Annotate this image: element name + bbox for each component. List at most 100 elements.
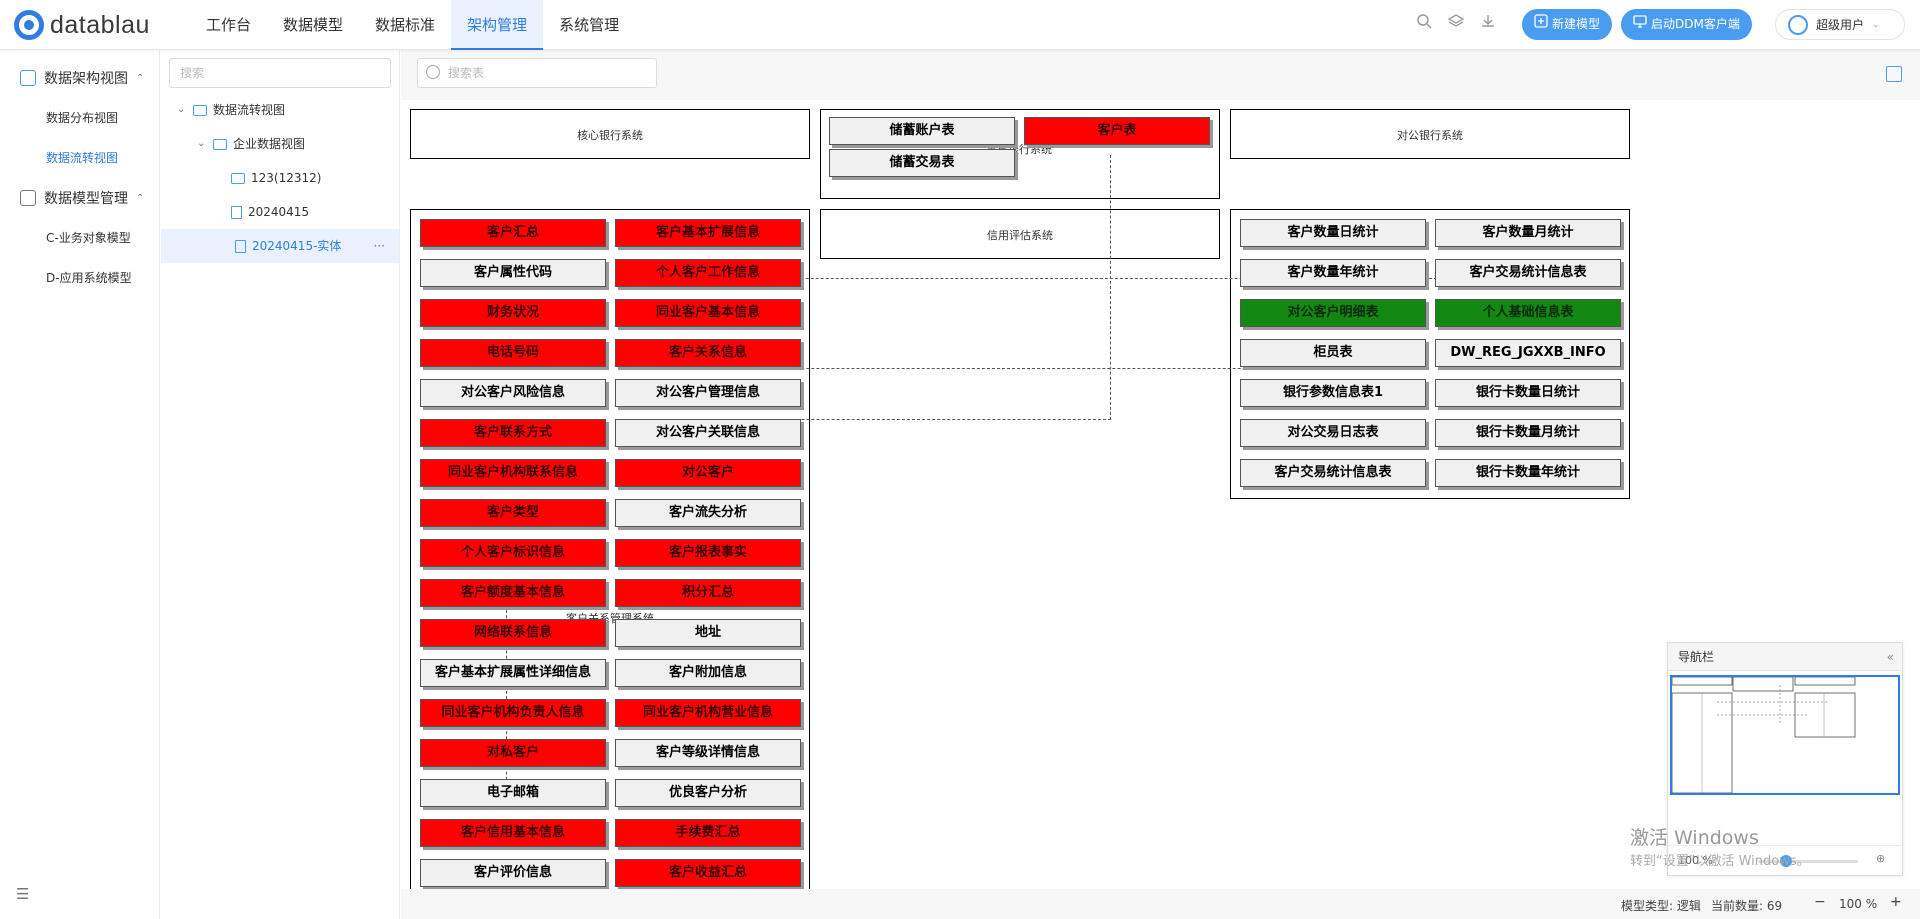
zoom-out-button[interactable]: − bbox=[1814, 894, 1826, 910]
entity-crm_left-2[interactable]: 财务状况 bbox=[420, 299, 606, 327]
new-model-button[interactable]: 新建模型 bbox=[1522, 9, 1613, 40]
nav-data-standard[interactable]: 数据标准 bbox=[359, 0, 451, 50]
header-icons bbox=[1415, 13, 1497, 31]
sidebar-item-business-object[interactable]: C-业务对象模型 bbox=[0, 218, 159, 258]
entity-crm_right-11[interactable]: 客户附加信息 bbox=[615, 659, 801, 687]
entity-dw_right-5[interactable]: 银行卡数量月统计 bbox=[1435, 419, 1621, 447]
entity-crm_left-5[interactable]: 客户联系方式 bbox=[420, 419, 606, 447]
entity-crm_right-14[interactable]: 优良客户分析 bbox=[615, 779, 801, 807]
tree-node-20240415-entity[interactable]: 20240415-实体 ··· bbox=[161, 229, 399, 263]
entity-retail_entities-0[interactable]: 储蓄账户表 bbox=[829, 117, 1015, 145]
system-title: 对公银行系统 bbox=[1397, 129, 1463, 142]
entity-dw_left-2[interactable]: 对公客户明细表 bbox=[1240, 299, 1426, 327]
entity-crm_right-9[interactable]: 积分汇总 bbox=[615, 579, 801, 607]
system-box-credit[interactable]: 信用评估系统 bbox=[820, 209, 1220, 259]
entity-crm_right-15[interactable]: 手续费汇总 bbox=[615, 819, 801, 847]
table-search-input[interactable]: 搜索表 bbox=[417, 58, 657, 88]
entity-crm_right-13[interactable]: 客户等级详情信息 bbox=[615, 739, 801, 767]
entity-dw_right-2[interactable]: 个人基础信息表 bbox=[1435, 299, 1621, 327]
entity-crm_right-10[interactable]: 地址 bbox=[615, 619, 801, 647]
entity-crm_right-5[interactable]: 对公客户关联信息 bbox=[615, 419, 801, 447]
entity-dw_left-1[interactable]: 客户数量年统计 bbox=[1240, 259, 1426, 287]
entity-crm_right-6[interactable]: 对公客户 bbox=[615, 459, 801, 487]
nav-workbench[interactable]: 工作台 bbox=[190, 0, 267, 50]
entity-dw_left-4[interactable]: 银行参数信息表1 bbox=[1240, 379, 1426, 407]
system-box-core[interactable]: 核心银行系统 bbox=[410, 109, 810, 159]
tree-node-20240415[interactable]: 20240415 bbox=[231, 195, 397, 229]
sidebar-item-flow[interactable]: 数据流转视图 bbox=[0, 138, 159, 178]
zoom-in-icon[interactable]: ⊕ bbox=[1876, 852, 1885, 865]
nav-system[interactable]: 系统管理 bbox=[543, 0, 635, 50]
relation-line bbox=[1110, 155, 1111, 420]
sidebar-group-architecture[interactable]: 数据架构视图 ⌃ bbox=[0, 58, 159, 98]
sidebar-group-label: 数据架构视图 bbox=[44, 71, 128, 87]
user-menu[interactable]: 超级用户 ⌄ bbox=[1775, 9, 1905, 40]
nav-data-model[interactable]: 数据模型 bbox=[267, 0, 359, 50]
more-icon[interactable]: ··· bbox=[374, 229, 385, 263]
entity-crm_left-6[interactable]: 同业客户机构联系信息 bbox=[420, 459, 606, 487]
entity-crm_left-4[interactable]: 对公客户风险信息 bbox=[420, 379, 606, 407]
entity-crm_right-3[interactable]: 客户关系信息 bbox=[615, 339, 801, 367]
logo[interactable]: datablau bbox=[14, 10, 150, 40]
tree-search-input[interactable]: 搜索 bbox=[169, 58, 391, 88]
caret-down-icon: ⌄ bbox=[177, 104, 186, 115]
entity-dw_left-6[interactable]: 客户交易统计信息表 bbox=[1240, 459, 1426, 487]
document-icon bbox=[235, 239, 246, 253]
entity-crm_right-7[interactable]: 客户流失分析 bbox=[615, 499, 801, 527]
model-icon bbox=[20, 190, 36, 206]
entity-dw_right-4[interactable]: 银行卡数量日统计 bbox=[1435, 379, 1621, 407]
entity-crm_right-4[interactable]: 对公客户管理信息 bbox=[615, 379, 801, 407]
tree-node-flow-view[interactable]: ⌄ 数据流转视图 bbox=[177, 93, 397, 127]
entity-crm_right-2[interactable]: 同业客户基本信息 bbox=[615, 299, 801, 327]
entity-crm_left-1[interactable]: 客户属性代码 bbox=[420, 259, 606, 287]
entity-crm_left-9[interactable]: 客户额度基本信息 bbox=[420, 579, 606, 607]
search-icon[interactable] bbox=[1415, 13, 1433, 31]
entity-crm_right-12[interactable]: 同业客户机构营业信息 bbox=[615, 699, 801, 727]
entity-crm_left-16[interactable]: 客户评价信息 bbox=[420, 859, 606, 887]
collapse-menu-icon[interactable]: ☰ bbox=[16, 885, 29, 903]
entity-dw_left-0[interactable]: 客户数量日统计 bbox=[1240, 219, 1426, 247]
entity-dw_left-5[interactable]: 对公交易日志表 bbox=[1240, 419, 1426, 447]
entity-crm_right-1[interactable]: 个人客户工作信息 bbox=[615, 259, 801, 287]
sidebar-item-distribution[interactable]: 数据分布视图 bbox=[0, 98, 159, 138]
layers-icon[interactable] bbox=[1447, 13, 1465, 31]
nav-architecture[interactable]: 架构管理 bbox=[451, 0, 544, 50]
entity-crm_left-11[interactable]: 客户基本扩展属性详细信息 bbox=[420, 659, 606, 687]
fit-screen-icon[interactable] bbox=[1886, 66, 1902, 82]
folder-icon bbox=[193, 104, 207, 116]
entity-crm_right-0[interactable]: 客户基本扩展信息 bbox=[615, 219, 801, 247]
zoom-in-button[interactable]: + bbox=[1890, 894, 1902, 910]
entity-dw_right-1[interactable]: 客户交易统计信息表 bbox=[1435, 259, 1621, 287]
tree-node-123[interactable]: 123(12312) bbox=[231, 161, 397, 195]
tree-node-enterprise-view[interactable]: ⌄ 企业数据视图 bbox=[197, 127, 397, 161]
entity-crm_left-0[interactable]: 客户汇总 bbox=[420, 219, 606, 247]
entity-crm_left-10[interactable]: 网络联系信息 bbox=[420, 619, 606, 647]
entity-crm_left-3[interactable]: 电话号码 bbox=[420, 339, 606, 367]
main-nav: 工作台 数据模型 数据标准 架构管理 系统管理 bbox=[190, 0, 635, 50]
windows-watermark: 激活 Windows bbox=[1630, 827, 1759, 849]
entity-dw_right-0[interactable]: 客户数量月统计 bbox=[1435, 219, 1621, 247]
sidebar-group-model-mgmt[interactable]: 数据模型管理 ⌃ bbox=[0, 178, 159, 218]
entity-crm_left-14[interactable]: 电子邮箱 bbox=[420, 779, 606, 807]
entity-crm_left-8[interactable]: 个人客户标识信息 bbox=[420, 539, 606, 567]
download-icon[interactable] bbox=[1479, 13, 1497, 31]
folder-icon bbox=[231, 172, 245, 184]
entity-retail_entities-2[interactable]: 储蓄交易表 bbox=[829, 149, 1015, 177]
navigator-viewport[interactable] bbox=[1670, 675, 1900, 795]
collapse-chevron-icon[interactable]: « bbox=[1887, 643, 1894, 671]
entity-dw_right-3[interactable]: DW_REG_JGXXB_INFO bbox=[1435, 339, 1621, 367]
entity-crm_right-16[interactable]: 客户收益汇总 bbox=[615, 859, 801, 887]
entity-crm_left-13[interactable]: 对私客户 bbox=[420, 739, 606, 767]
entity-crm_left-7[interactable]: 客户类型 bbox=[420, 499, 606, 527]
chevron-up-icon: ⌃ bbox=[136, 192, 145, 204]
entity-crm_left-12[interactable]: 同业客户机构负责人信息 bbox=[420, 699, 606, 727]
entity-crm_right-8[interactable]: 客户报表事实 bbox=[615, 539, 801, 567]
logo-mark-icon bbox=[14, 10, 44, 40]
system-box-corporate[interactable]: 对公银行系统 bbox=[1230, 109, 1630, 159]
entity-dw_right-6[interactable]: 银行卡数量年统计 bbox=[1435, 459, 1621, 487]
launch-ddm-button[interactable]: 启动DDM客户端 bbox=[1621, 9, 1752, 40]
entity-retail_entities-1[interactable]: 客户表 bbox=[1024, 117, 1210, 145]
entity-dw_left-3[interactable]: 柜员表 bbox=[1240, 339, 1426, 367]
sidebar-item-app-system[interactable]: D-应用系统模型 bbox=[0, 258, 159, 298]
entity-crm_left-15[interactable]: 客户信用基本信息 bbox=[420, 819, 606, 847]
